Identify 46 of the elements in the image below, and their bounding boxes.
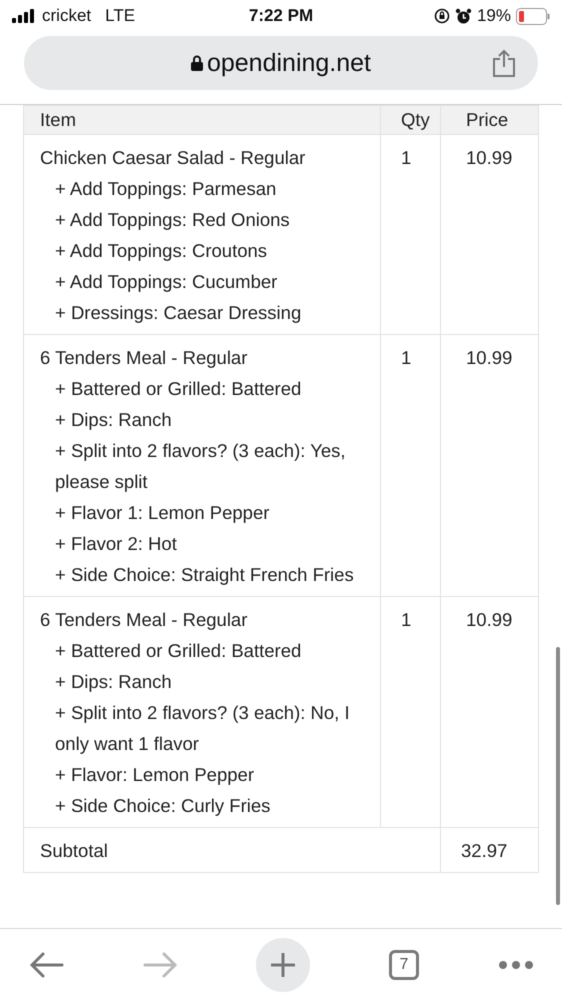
item-option: + Add Toppings: Croutons <box>55 235 268 266</box>
price: 10.99 <box>466 347 512 368</box>
signal-icon <box>12 9 36 23</box>
tab-count-button[interactable]: 7 <box>389 950 419 980</box>
quantity: 1 <box>401 147 412 168</box>
lock-icon <box>190 55 203 71</box>
item-option: + Side Choice: Curly Fries <box>55 790 270 821</box>
url-text: opendining.net <box>206 48 372 78</box>
item-option: + Battered or Grilled: Battered <box>55 373 302 404</box>
item-option: + Flavor: Lemon Pepper <box>55 759 254 790</box>
column-header: Qty <box>401 109 430 130</box>
back-icon[interactable] <box>30 952 64 978</box>
battery-icon <box>516 8 550 24</box>
carrier-name: cricket <box>42 6 92 26</box>
battery-percentage: 19% <box>476 6 511 26</box>
column-header: Item <box>40 109 76 130</box>
clock-time: 7:22 PM <box>248 6 314 25</box>
item-option: + Split into 2 flavors? (3 each): Yes, please split <box>55 435 372 497</box>
item-option: + Dressings: Caesar Dressing <box>55 297 302 328</box>
item-option: + Battered or Grilled: Battered <box>55 635 302 666</box>
share-icon[interactable] <box>492 49 516 77</box>
item-option: + Dips: Ranch <box>55 404 172 435</box>
item-option: + Add Toppings: Cucumber <box>55 266 278 297</box>
item-option: + Flavor 2: Hot <box>55 528 177 559</box>
item-option: + Split into 2 flavors? (3 each): No, I only want 1 flavor <box>55 697 372 759</box>
price: 10.99 <box>466 147 512 168</box>
item-option: + Flavor 1: Lemon Pepper <box>55 497 270 528</box>
item-name: Chicken Caesar Salad - Regular <box>40 146 306 170</box>
column-header: Price <box>466 109 508 130</box>
address-bar[interactable]: opendining.net <box>24 36 538 90</box>
price: 10.99 <box>466 609 512 630</box>
item-option: + Side Choice: Straight French Fries <box>55 559 354 590</box>
rotation-lock-icon <box>434 8 450 24</box>
item-name: 6 Tenders Meal - Regular <box>40 346 248 370</box>
quantity: 1 <box>401 609 412 630</box>
item-name: 6 Tenders Meal - Regular <box>40 608 248 632</box>
network-type: LTE <box>105 6 136 26</box>
item-option: + Add Toppings: Parmesan <box>55 173 276 204</box>
item-option: + Add Toppings: Red Onions <box>55 204 290 235</box>
more-icon[interactable] <box>498 960 534 970</box>
subtotal-label: Subtotal <box>40 840 108 861</box>
plus-icon <box>271 952 295 976</box>
quantity: 1 <box>401 347 412 368</box>
item-option: + Dips: Ranch <box>55 666 172 697</box>
subtotal-value: 32.97 <box>461 840 508 861</box>
alarm-icon <box>454 8 472 24</box>
